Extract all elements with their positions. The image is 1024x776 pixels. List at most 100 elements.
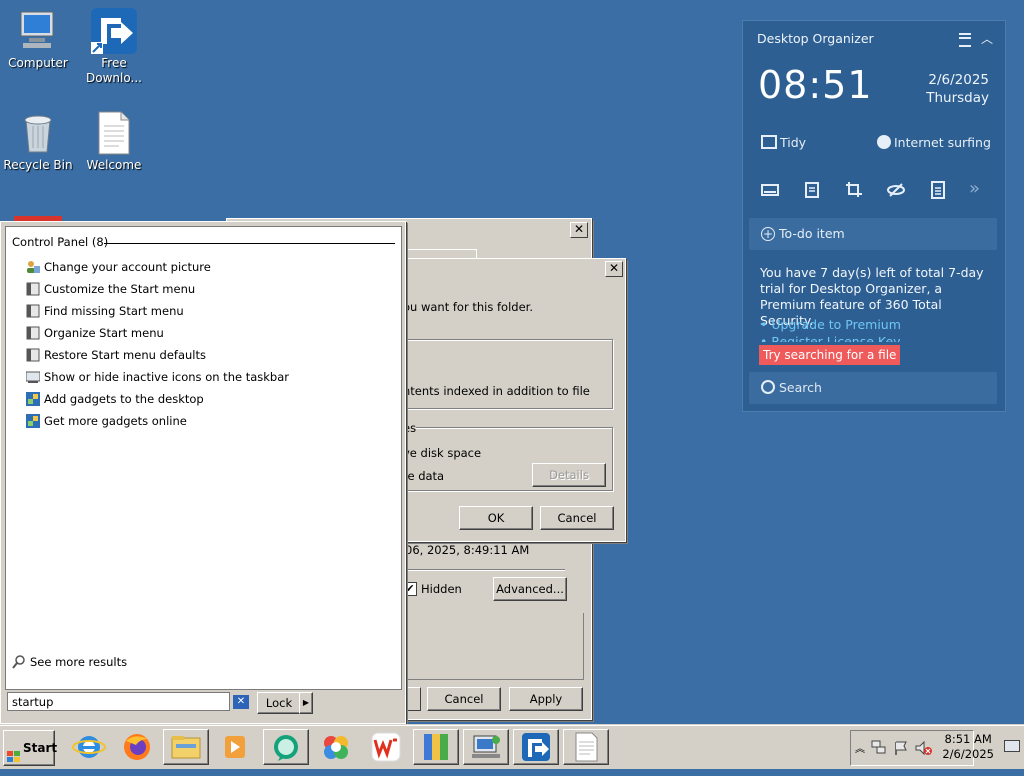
desktop-icon-label: Welcome — [86, 158, 142, 172]
notes-icon[interactable] — [803, 181, 821, 199]
gadgets-icon — [26, 414, 40, 428]
file-explorer-icon[interactable] — [163, 729, 209, 765]
lock-button[interactable]: Lock — [257, 692, 301, 714]
cancel-button[interactable]: Cancel — [540, 506, 614, 530]
start-menu: Control Panel (8) Change your account pi… — [0, 221, 406, 724]
compress-option-text[interactable]: ve disk space — [403, 446, 481, 460]
result-label: Show or hide inactive icons on the taskb… — [44, 370, 289, 384]
result-label: Find missing Start menu — [44, 304, 184, 318]
clock-date-block: 2/6/2025 Thursday — [926, 71, 989, 107]
control-panel-icon[interactable] — [463, 729, 509, 765]
result-label: Restore Start menu defaults — [44, 348, 207, 362]
media-player-icon[interactable] — [212, 729, 258, 765]
chat-app-icon[interactable] — [263, 729, 309, 765]
notification-area-icon — [25, 370, 41, 384]
result-show-hide-inactive-icons[interactable]: Show or hide inactive icons on the taskb… — [25, 367, 289, 387]
more-tools-icon[interactable]: » — [969, 180, 987, 199]
desktop-organizer-widget: Desktop Organizer ︿ 08:51 2/6/2025 Thurs… — [742, 20, 1006, 412]
volume-muted-icon[interactable] — [915, 740, 933, 759]
photo-viewer-icon[interactable] — [313, 729, 359, 765]
organizer-search-bar[interactable]: Search — [749, 372, 997, 404]
taskbar: Start ︽ 8:51 AM 2/6/2025 — [0, 725, 1024, 769]
internet-surfing-button[interactable]: Internet surfing — [877, 135, 991, 150]
hide-icon[interactable] — [887, 181, 905, 199]
details-button: Details — [532, 463, 606, 487]
result-change-account-picture[interactable]: Change your account picture — [26, 257, 211, 277]
result-restore-start-menu-defaults[interactable]: Restore Start menu defaults — [26, 345, 206, 365]
gadgets-icon — [26, 392, 40, 406]
result-add-gadgets[interactable]: Add gadgets to the desktop — [26, 389, 204, 409]
result-label: Add gadgets to the desktop — [44, 392, 204, 406]
search-results-panel: Control Panel (8) Change your account pi… — [5, 226, 402, 690]
ok-button[interactable]: OK — [459, 506, 533, 530]
network-icon[interactable] — [871, 740, 886, 754]
apply-button[interactable]: Apply — [509, 687, 583, 711]
desktop-icon-recycle-bin[interactable]: Recycle Bin — [0, 110, 76, 173]
free-download-manager-icon[interactable] — [513, 729, 559, 765]
advanced-attributes-dialog: ✕ ou want for this folder. ntents indexe… — [396, 258, 626, 542]
close-icon[interactable]: ✕ — [570, 222, 588, 238]
show-hidden-icons-arrow[interactable]: ︽ — [855, 740, 865, 755]
result-label: Organize Start menu — [44, 326, 164, 340]
bottom-frame — [405, 613, 584, 680]
globe-icon — [877, 135, 891, 149]
archive-icon[interactable] — [413, 729, 459, 765]
widget-title: Desktop Organizer — [757, 31, 874, 46]
result-customize-start-menu[interactable]: Customize the Start menu — [26, 279, 195, 299]
upgrade-link[interactable]: • Upgrade to Premium — [760, 317, 901, 332]
desktop-icon-computer[interactable]: Computer — [0, 8, 76, 71]
taskbar-settings-icon — [26, 348, 40, 362]
start-label: Start — [23, 741, 58, 755]
result-organize-start-menu[interactable]: Organize Start menu — [26, 323, 164, 343]
internet-label: Internet surfing — [894, 135, 991, 150]
separator — [405, 569, 565, 570]
clear-search-icon[interactable]: ✕ — [233, 695, 249, 709]
result-find-missing-start-menu[interactable]: Find missing Start menu — [26, 301, 184, 321]
start-button[interactable]: Start — [3, 730, 58, 766]
index-group — [397, 339, 613, 409]
close-icon[interactable]: ✕ — [605, 261, 623, 277]
notepad-icon[interactable] — [563, 729, 609, 765]
collapse-icon[interactable]: ︿ — [981, 30, 993, 47]
modified-timestamp: 06, 2025, 8:49:11 AM — [405, 543, 530, 557]
wps-office-icon[interactable] — [363, 729, 409, 765]
screenshot-icon[interactable] — [845, 181, 863, 199]
clock-time: 08:51 — [758, 63, 873, 107]
start-search-input[interactable]: startup — [7, 692, 230, 711]
action-center-flag-icon[interactable] — [893, 740, 909, 759]
show-desktop-icon[interactable] — [1004, 740, 1020, 752]
clock-date: 2/6/2025 — [928, 72, 989, 88]
section-divider — [104, 243, 395, 244]
taskbar-settings-icon — [26, 304, 40, 318]
taskbar-time: 8:51 AM — [944, 732, 992, 746]
desktop-icon-free-download[interactable]: Free Downlo... — [76, 8, 152, 86]
user-accounts-icon — [26, 260, 40, 274]
encrypt-option-text[interactable]: re data — [403, 469, 444, 483]
tidy-icon — [761, 135, 777, 149]
taskbar-clock[interactable]: 8:51 AM 2/6/2025 — [942, 732, 994, 762]
drive-icon[interactable] — [761, 181, 779, 199]
see-more-label: See more results — [30, 655, 128, 669]
desktop-icon-welcome[interactable]: Welcome — [76, 110, 152, 173]
internet-explorer-icon[interactable] — [66, 729, 112, 765]
clock-weekday: Thursday — [926, 90, 989, 106]
result-get-more-gadgets[interactable]: Get more gadgets online — [26, 411, 187, 431]
menu-icon[interactable] — [959, 33, 971, 47]
power-options-arrow[interactable]: ▶ — [299, 692, 313, 714]
download-manager-icon — [91, 8, 137, 54]
result-label: Change your account picture — [44, 260, 211, 274]
tidy-button[interactable]: Tidy — [761, 135, 806, 150]
todo-item-bar[interactable]: + To-do item — [749, 218, 997, 250]
see-more-results-link[interactable]: See more results — [12, 652, 127, 672]
result-label: Customize the Start menu — [44, 282, 196, 296]
search-tooltip: Try searching for a file — [759, 345, 901, 365]
windows-logo-icon — [7, 742, 20, 762]
taskbar-settings-icon — [26, 282, 40, 296]
advanced-button[interactable]: Advanced... — [493, 577, 567, 601]
cancel-button[interactable]: Cancel — [427, 687, 501, 711]
firefox-icon[interactable] — [114, 729, 160, 765]
register-license-link[interactable]: • Register License Key — [760, 334, 901, 342]
search-icon — [12, 655, 26, 669]
calculator-icon[interactable] — [929, 181, 947, 199]
index-option-text: ntents indexed in addition to file — [403, 384, 590, 398]
